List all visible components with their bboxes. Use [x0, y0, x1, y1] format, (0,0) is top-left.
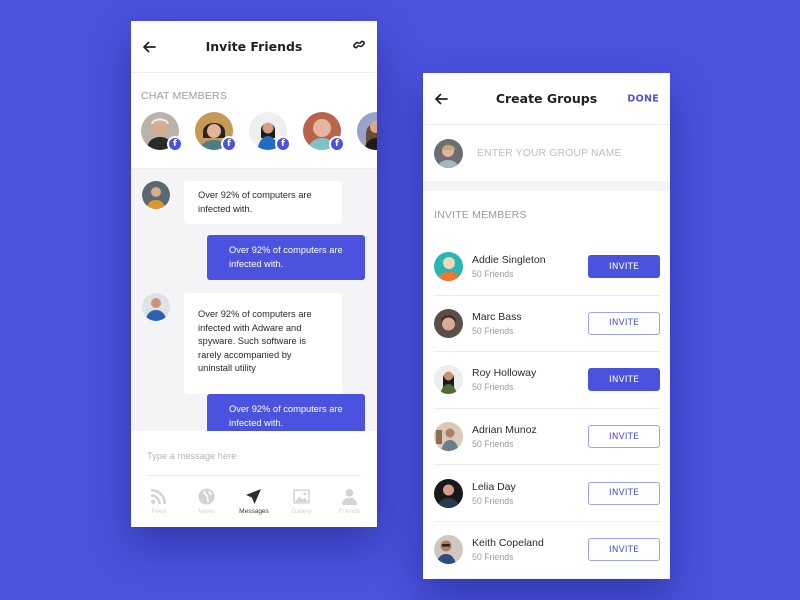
member-avatar — [434, 365, 463, 395]
member-avatar — [434, 478, 463, 508]
tab-gallery[interactable]: Gallery — [279, 488, 325, 515]
chat-member[interactable]: f — [195, 112, 237, 152]
invite-button[interactable]: INVITE — [588, 368, 660, 392]
incoming-message: Over 92% of computers are infected with … — [142, 293, 342, 394]
invite-button[interactable]: INVITE — [588, 481, 660, 505]
member-name: Addie Singleton — [472, 254, 546, 267]
chat-members-list: f f f f f — [141, 112, 377, 152]
member-row: Roy Holloway 50 Friends INVITE — [434, 352, 660, 409]
member-row: Lelia Day 50 Friends INVITE — [434, 465, 660, 522]
member-friends-count: 50 Friends — [472, 269, 514, 280]
member-name: Keith Copeland — [472, 537, 544, 550]
chat-member[interactable]: f — [141, 112, 183, 152]
invite-button[interactable]: INVITE — [588, 311, 660, 335]
chat-member[interactable]: f — [357, 112, 377, 150]
tab-news[interactable]: News — [183, 488, 229, 515]
member-info: Lelia Day 50 Friends — [472, 481, 588, 506]
rss-icon — [151, 488, 167, 505]
member-row: Marc Bass 50 Friends INVITE — [434, 296, 660, 353]
member-info: Keith Copeland 50 Friends — [472, 537, 588, 562]
sender-avatar — [142, 293, 170, 321]
facebook-badge-icon: f — [167, 136, 183, 152]
invite-members-header: INVITE MEMBERS — [423, 191, 670, 239]
invite-members-list: Addie Singleton 50 Friends INVITE Marc B… — [423, 239, 670, 579]
tab-friends[interactable]: Friends — [326, 488, 372, 515]
tab-messages[interactable]: Messages — [231, 488, 277, 515]
bottom-tab-bar: Feed News Messages Gallery Friends — [131, 476, 377, 515]
done-button[interactable]: DONE — [627, 93, 659, 104]
paper-plane-icon — [246, 489, 262, 504]
member-info: Addie Singleton 50 Friends — [472, 254, 588, 279]
outgoing-message: Over 92% of computers are infected with. — [207, 394, 365, 431]
sender-avatar — [142, 181, 170, 209]
incoming-message: Over 92% of computers are infected with. — [142, 181, 342, 224]
member-avatar — [434, 422, 463, 452]
member-name: Adrian Munoz — [472, 424, 537, 437]
group-name-input[interactable] — [477, 147, 647, 159]
message-input[interactable] — [147, 451, 361, 461]
section-divider — [423, 181, 670, 191]
create-groups-screen: Create Groups DONE INVITE MEMBERS Addie … — [423, 73, 670, 579]
member-friends-count: 50 Friends — [472, 495, 514, 506]
copy-link-button[interactable] — [352, 37, 366, 56]
member-name: Roy Holloway — [472, 367, 537, 380]
facebook-badge-icon: f — [221, 136, 237, 152]
tab-feed[interactable]: Feed — [136, 488, 182, 515]
member-row: Adrian Munoz 50 Friends INVITE — [434, 409, 660, 466]
tab-label: News — [198, 508, 215, 515]
invite-button[interactable]: INVITE — [588, 255, 660, 279]
invite-button[interactable]: INVITE — [588, 425, 660, 449]
chat-thread[interactable]: Over 92% of computers are infected with.… — [131, 169, 377, 431]
group-avatar[interactable] — [434, 138, 463, 168]
tab-label: Gallery — [291, 508, 312, 515]
member-avatar — [434, 308, 463, 338]
tab-label: Feed — [151, 508, 167, 515]
member-info: Adrian Munoz 50 Friends — [472, 424, 588, 449]
back-button[interactable] — [433, 91, 449, 107]
arrow-left-icon — [435, 93, 448, 104]
globe-icon — [198, 488, 215, 505]
image-icon — [293, 489, 310, 504]
back-button[interactable] — [141, 39, 157, 55]
create-groups-header: Create Groups DONE — [423, 73, 670, 125]
page-title: Invite Friends — [205, 39, 303, 54]
member-friends-count: 50 Friends — [472, 382, 514, 393]
chat-members-label: CHAT MEMBERS — [141, 90, 228, 102]
message-bubble: Over 92% of computers are infected with … — [184, 293, 342, 394]
invite-button[interactable]: INVITE — [588, 538, 660, 562]
link-icon — [353, 40, 365, 48]
outgoing-message: Over 92% of computers are infected with. — [207, 235, 365, 280]
group-name-row — [423, 125, 670, 181]
member-info: Marc Bass 50 Friends — [472, 311, 588, 336]
arrow-left-icon — [143, 41, 156, 52]
chat-member[interactable]: f — [303, 112, 345, 152]
invite-members-label: INVITE MEMBERS — [434, 209, 527, 221]
facebook-badge-icon: f — [275, 136, 291, 152]
member-friends-count: 50 Friends — [472, 325, 514, 336]
member-friends-count: 50 Friends — [472, 439, 514, 450]
invite-friends-screen: Invite Friends CHAT MEMBERS f f f f Over… — [131, 21, 377, 527]
woman-long-hair-avatar — [357, 112, 377, 150]
facebook-badge-icon: f — [329, 136, 345, 152]
member-info: Roy Holloway 50 Friends — [472, 367, 588, 392]
invite-friends-header: Invite Friends — [131, 21, 377, 73]
member-friends-count: 50 Friends — [472, 552, 514, 563]
page-title: Create Groups — [495, 91, 598, 106]
person-icon — [341, 488, 357, 505]
member-row: Keith Copeland 50 Friends INVITE — [434, 522, 660, 579]
member-avatar — [434, 252, 463, 282]
member-avatar — [434, 535, 463, 565]
message-composer — [131, 431, 377, 475]
tab-label: Friends — [338, 508, 361, 515]
chat-members-section: CHAT MEMBERS f f f f f — [131, 73, 377, 169]
message-bubble: Over 92% of computers are infected with. — [184, 181, 342, 224]
member-name: Marc Bass — [472, 310, 522, 323]
chat-member[interactable]: f — [249, 112, 291, 152]
member-name: Lelia Day — [472, 480, 516, 493]
member-row: Addie Singleton 50 Friends INVITE — [434, 239, 660, 296]
tab-label: Messages — [239, 508, 269, 515]
